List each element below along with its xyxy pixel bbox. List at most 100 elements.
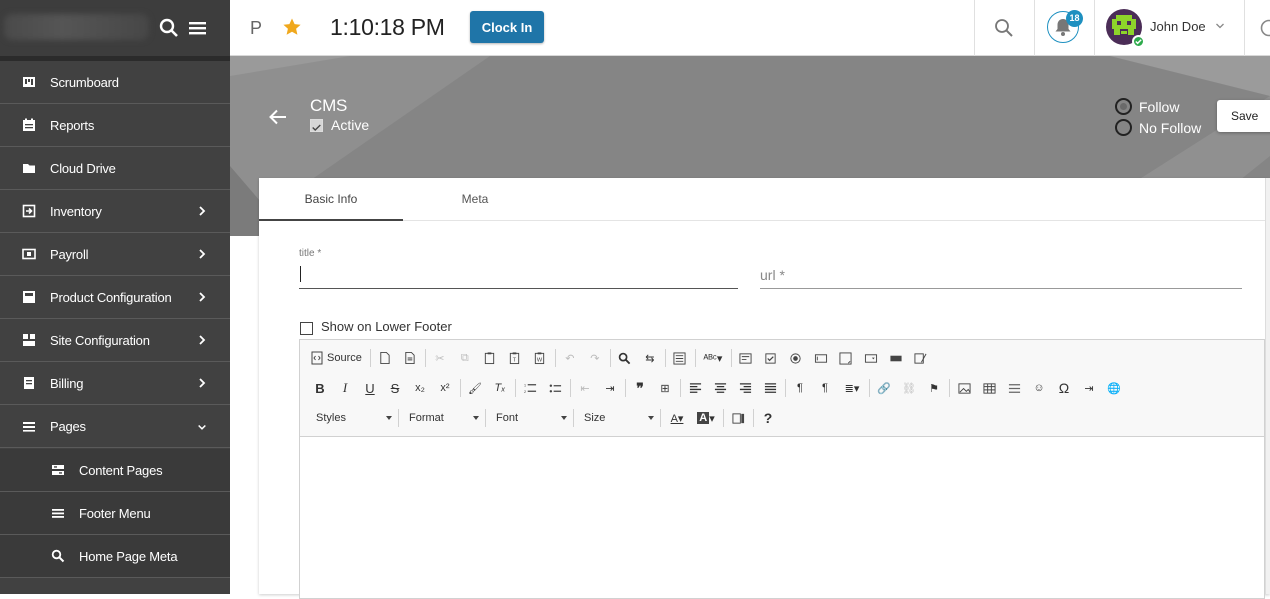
sidebar-item-pages[interactable]: Pages: [0, 405, 230, 448]
checkbox-icon[interactable]: [761, 348, 781, 368]
title-field[interactable]: [299, 262, 738, 289]
font-dropdown[interactable]: Font: [490, 408, 573, 428]
paste-icon[interactable]: [480, 348, 500, 368]
editor-content-area[interactable]: [300, 437, 1264, 598]
styles-dropdown[interactable]: Styles: [310, 408, 398, 428]
sidebar-item-site-configuration[interactable]: Site Configuration: [0, 319, 230, 362]
outdent-icon[interactable]: ⇤: [575, 378, 595, 398]
follow-radio[interactable]: [1115, 98, 1132, 115]
sidebar-item-billing[interactable]: Billing: [0, 362, 230, 405]
spell-check-icon[interactable]: ᴬᴮᶜ▾: [700, 348, 726, 368]
align-right-icon[interactable]: [735, 378, 755, 398]
form-icon[interactable]: [736, 348, 756, 368]
superscript-icon[interactable]: x²: [435, 378, 455, 398]
sidebar-item-payroll[interactable]: Payroll: [0, 233, 230, 276]
bold-icon[interactable]: B: [310, 378, 330, 398]
radio-button-icon[interactable]: [786, 348, 806, 368]
sidebar-item-product-configuration[interactable]: Product Configuration: [0, 276, 230, 319]
div-container-icon[interactable]: ⊞: [655, 378, 675, 398]
paste-text-icon[interactable]: T: [505, 348, 525, 368]
text-color-icon[interactable]: A▾: [665, 408, 689, 428]
toolbar-separator: [460, 379, 461, 397]
paste-word-icon[interactable]: W: [530, 348, 550, 368]
align-center-icon[interactable]: [710, 378, 730, 398]
back-arrow-icon[interactable]: [267, 106, 289, 128]
redo-icon[interactable]: ↷: [585, 348, 605, 368]
cut-icon[interactable]: ✂: [430, 348, 450, 368]
text-field-icon[interactable]: [811, 348, 831, 368]
indent-icon[interactable]: ⇥: [600, 378, 620, 398]
chevron-right-icon: [197, 248, 207, 260]
bullet-list-icon[interactable]: [545, 378, 565, 398]
sidebar-subitem-footer-menu[interactable]: Footer Menu: [0, 492, 230, 535]
chevron-down-icon[interactable]: [1215, 22, 1225, 30]
underline-icon[interactable]: U: [360, 378, 380, 398]
scrollbar[interactable]: [1265, 178, 1270, 594]
url-field[interactable]: [760, 262, 1242, 289]
anchor-flag-icon[interactable]: ⚑: [924, 378, 944, 398]
table-icon[interactable]: [979, 378, 999, 398]
align-left-icon[interactable]: [685, 378, 705, 398]
star-icon[interactable]: [282, 17, 302, 37]
format-dropdown[interactable]: Format: [403, 408, 485, 428]
source-button[interactable]: Source: [310, 351, 362, 365]
no-follow-radio[interactable]: [1115, 119, 1132, 136]
toolbar-separator: [785, 379, 786, 397]
show-blocks-icon[interactable]: [728, 408, 748, 428]
textarea-icon[interactable]: [836, 348, 856, 368]
preview-icon[interactable]: [400, 348, 420, 368]
power-icon[interactable]: [1258, 16, 1270, 38]
p-label[interactable]: P: [250, 18, 262, 39]
select-field-icon[interactable]: [861, 348, 881, 368]
sidebar-item-reports[interactable]: Reports: [0, 104, 230, 147]
text-cursor: [300, 266, 301, 282]
undo-icon[interactable]: ↶: [560, 348, 580, 368]
horizontal-line-icon[interactable]: [1004, 378, 1024, 398]
active-checkbox[interactable]: [310, 119, 323, 132]
search-icon[interactable]: [158, 17, 180, 39]
ltr-icon[interactable]: ¶: [790, 378, 810, 398]
find-icon[interactable]: [615, 348, 635, 368]
sidebar-subitem-content-pages[interactable]: Content Pages: [0, 449, 230, 492]
blockquote-icon[interactable]: ❞: [630, 378, 650, 398]
format-label: Format: [409, 412, 444, 424]
background-color-icon[interactable]: A▾: [694, 408, 718, 428]
rtl-icon[interactable]: ¶: [815, 378, 835, 398]
button-field-icon[interactable]: [886, 348, 906, 368]
sidebar-item-scrumboard[interactable]: Scrumboard: [0, 61, 230, 104]
show-lower-footer-checkbox[interactable]: [300, 322, 313, 335]
page-break-icon[interactable]: ⇥: [1079, 378, 1099, 398]
strikethrough-icon[interactable]: S: [385, 378, 405, 398]
sidebar-item-cloud-drive[interactable]: Cloud Drive: [0, 147, 230, 190]
new-page-icon[interactable]: [375, 348, 395, 368]
save-button[interactable]: Save: [1217, 100, 1270, 132]
user-name[interactable]: John Doe: [1150, 19, 1206, 34]
search-icon[interactable]: [993, 17, 1015, 39]
link-icon[interactable]: 🔗: [874, 378, 894, 398]
special-char-icon[interactable]: Ω: [1054, 378, 1074, 398]
remove-format-icon[interactable]: Tₓ: [490, 378, 510, 398]
size-dropdown[interactable]: Size: [578, 408, 660, 428]
sidebar-item-inventory[interactable]: Inventory: [0, 190, 230, 233]
divider: [1094, 0, 1095, 56]
sidebar-subitem-home-page-meta[interactable]: Home Page Meta: [0, 535, 230, 578]
numbered-list-icon[interactable]: 12: [520, 378, 540, 398]
image-icon[interactable]: [954, 378, 974, 398]
subscript-icon[interactable]: x₂: [410, 378, 430, 398]
italic-icon[interactable]: I: [335, 378, 355, 398]
copy-icon[interactable]: ⧉: [455, 348, 475, 368]
replace-icon[interactable]: ⇆: [640, 348, 660, 368]
unlink-icon[interactable]: ⛓: [899, 378, 919, 398]
copy-formatting-icon[interactable]: 🖌: [465, 378, 485, 398]
select-all-icon[interactable]: [670, 348, 690, 368]
tab-basic-info[interactable]: Basic Info: [259, 178, 403, 221]
language-icon[interactable]: ≣▾: [840, 378, 864, 398]
help-icon[interactable]: ?: [758, 408, 778, 428]
clock-in-button[interactable]: Clock In: [470, 11, 544, 43]
hamburger-menu-icon[interactable]: [187, 17, 209, 39]
tab-meta[interactable]: Meta: [403, 178, 547, 221]
smiley-icon[interactable]: ☺: [1029, 378, 1049, 398]
iframe-icon[interactable]: 🌐: [1104, 378, 1124, 398]
image-button-icon[interactable]: [911, 348, 931, 368]
justify-icon[interactable]: [760, 378, 780, 398]
